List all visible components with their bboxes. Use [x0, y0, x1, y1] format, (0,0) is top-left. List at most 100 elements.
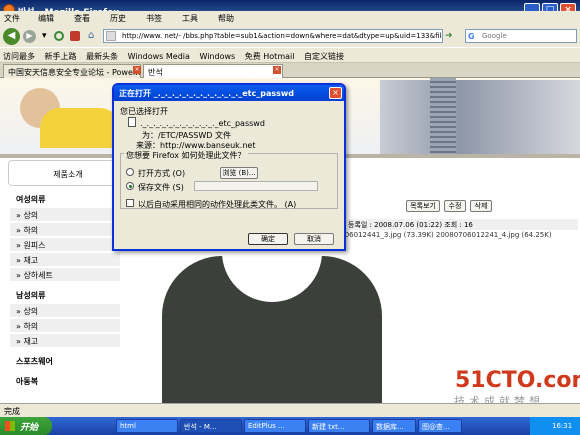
- sidebar-title-box: 제품소개: [8, 160, 128, 186]
- delete-button[interactable]: 삭제: [470, 200, 492, 212]
- item-label: 재고: [23, 337, 39, 346]
- system-tray: 16:31: [530, 417, 580, 435]
- go-icon[interactable]: ➜: [445, 31, 453, 41]
- attachment-text: 20080706012441_3.jpg (73.39K) 2008070601…: [318, 231, 552, 239]
- sidebar-item[interactable]: » 재고: [10, 334, 120, 348]
- taskbar-label: 数据库...: [376, 423, 404, 431]
- dialog-filename: ._._._._._._._._._._._._etc_passwd: [140, 119, 265, 128]
- watermark-sub-text: 技术成就梦想: [454, 395, 544, 403]
- google-icon: G: [468, 32, 475, 41]
- sidebar-item[interactable]: » 상하세트: [10, 268, 120, 282]
- open-with-label: 打开方式 (O): [138, 168, 185, 179]
- dialog-close-icon[interactable]: ×: [329, 87, 342, 99]
- question-text: 您想要 Firefox 如何处理此文件？: [126, 151, 246, 160]
- sidebar-title: 제품소개: [53, 170, 83, 179]
- sidebar-item[interactable]: » 상의: [10, 208, 120, 222]
- item-label: 상하세트: [23, 271, 53, 280]
- dropdown-icon[interactable]: ▾: [42, 31, 47, 41]
- open-with-radio[interactable]: [126, 168, 134, 176]
- taskbar-item[interactable]: 数据库...: [372, 419, 416, 433]
- auto-action-label: 以后自动采用相同的动作处理此类文件。 (A): [138, 199, 296, 210]
- start-button[interactable]: 开始: [0, 417, 52, 435]
- tab-forum[interactable]: 中国安天信息安全专业论坛 - Powe...: [3, 64, 141, 78]
- menu-tools[interactable]: 工具: [182, 13, 198, 24]
- back-icon[interactable]: ◀: [3, 28, 20, 45]
- button-label: 목록보기: [410, 202, 436, 210]
- menu-bookmarks[interactable]: 书签: [146, 13, 162, 24]
- taskbar-item[interactable]: 반석 - M...: [180, 419, 242, 433]
- taskbar-item[interactable]: html: [116, 419, 178, 433]
- tab-close-icon[interactable]: ×: [133, 66, 141, 74]
- file-icon: [128, 117, 136, 127]
- ok-button[interactable]: 确定: [248, 233, 288, 245]
- menu-file[interactable]: 文件: [4, 13, 20, 24]
- clock: 16:31: [552, 422, 573, 430]
- watermark-subtitle: 技术成就梦想: [454, 393, 544, 403]
- bookmark-item[interactable]: 自定义链接: [304, 51, 344, 62]
- status-bar: 完成: [0, 403, 580, 417]
- open-with-text: 打开方式 (O): [138, 169, 186, 178]
- meta-text: 등록일 : 2008.07.06 (01:22) 조회 : 16: [348, 221, 473, 229]
- item-label: 상의: [23, 211, 39, 220]
- home-icon[interactable]: ⌂: [88, 30, 94, 41]
- sidebar-item[interactable]: » 상의: [10, 304, 120, 318]
- taskbar-item[interactable]: 新建 txt...: [308, 419, 370, 433]
- bookmark-item[interactable]: Windows: [199, 52, 235, 61]
- type-text: 为：/ETC/PASSWD 文件: [142, 131, 232, 140]
- taskbar-label: 新建 txt...: [312, 423, 345, 431]
- reload-icon[interactable]: [54, 31, 64, 41]
- section-men[interactable]: 남성의류: [10, 288, 120, 302]
- opening-text: 您已选择打开: [120, 107, 168, 116]
- tab-banseok[interactable]: 반석: [143, 64, 283, 78]
- section-women[interactable]: 여성의류: [10, 192, 120, 206]
- taskbar-item[interactable]: EditPlus ...: [244, 419, 306, 433]
- taskbar: 开始 html 반석 - M... EditPlus ... 新建 txt...…: [0, 417, 580, 435]
- cancel-button[interactable]: 取消: [294, 233, 334, 245]
- bookmark-item[interactable]: 访问最多: [3, 51, 35, 62]
- sidebar-item[interactable]: » 재고: [10, 253, 120, 267]
- item-label: 상의: [23, 307, 39, 316]
- item-label: 하의: [23, 322, 39, 331]
- bookmark-item[interactable]: 新手上路: [45, 51, 77, 62]
- browse-text: 浏览 (B)...: [222, 169, 256, 177]
- menu-edit[interactable]: 编辑: [38, 13, 54, 24]
- item-label: 하의: [23, 226, 39, 235]
- save-path-field[interactable]: [194, 181, 318, 191]
- sidebar-item[interactable]: » 원피스: [10, 238, 120, 252]
- windows-logo-icon: [5, 421, 15, 431]
- section-title: 스포츠웨어: [16, 357, 53, 366]
- download-dialog: 正在打开 _._._._._._._._._._._._._etc_passwd…: [112, 83, 346, 251]
- section-kids[interactable]: 아동복: [10, 374, 120, 388]
- url-field[interactable]: http://www. net/- /bbs.php?table=sub1&ac…: [103, 29, 443, 43]
- button-label: 수정: [448, 202, 462, 210]
- dialog-opening-label: 您已选择打开: [120, 106, 168, 117]
- sidebar-item[interactable]: » 하의: [10, 319, 120, 333]
- bookmark-item[interactable]: 最新头条: [86, 51, 118, 62]
- auto-action-text: 以后自动采用相同的动作处理此类文件。 (A): [138, 200, 297, 209]
- sidebar-item[interactable]: » 하의: [10, 223, 120, 237]
- stop-icon[interactable]: [70, 31, 80, 41]
- banner-building-image: [380, 80, 580, 154]
- list-button[interactable]: 목록보기: [406, 200, 440, 212]
- forward-icon[interactable]: ▶: [23, 30, 36, 43]
- save-file-radio[interactable]: [126, 182, 134, 190]
- bookmark-item[interactable]: 免费 Hotmail: [245, 51, 295, 62]
- watermark-logo: 51CTO.com: [455, 368, 580, 393]
- section-sports[interactable]: 스포츠웨어: [10, 354, 120, 368]
- filename-text: ._._._._._._._._._._._._etc_passwd: [140, 119, 265, 128]
- menu-view[interactable]: 查看: [74, 13, 90, 24]
- tab-label: 반석: [148, 68, 163, 77]
- search-input[interactable]: Google: [465, 29, 577, 43]
- taskbar-label: 반석 - M...: [184, 423, 217, 431]
- browse-button[interactable]: 浏览 (B)...: [220, 167, 258, 179]
- taskbar-item[interactable]: 图@查...: [418, 419, 462, 433]
- edit-button[interactable]: 수정: [444, 200, 466, 212]
- bookmark-item[interactable]: Windows Media: [128, 52, 190, 61]
- watermark-logo-text: 51CTO.com: [455, 368, 580, 393]
- save-file-text: 保存文件 (S): [138, 183, 184, 192]
- menu-history[interactable]: 历史: [110, 13, 126, 24]
- tab-close-icon[interactable]: ×: [273, 66, 281, 74]
- item-label: 원피스: [23, 241, 46, 250]
- menu-help[interactable]: 帮助: [218, 13, 234, 24]
- auto-action-checkbox[interactable]: [126, 199, 134, 207]
